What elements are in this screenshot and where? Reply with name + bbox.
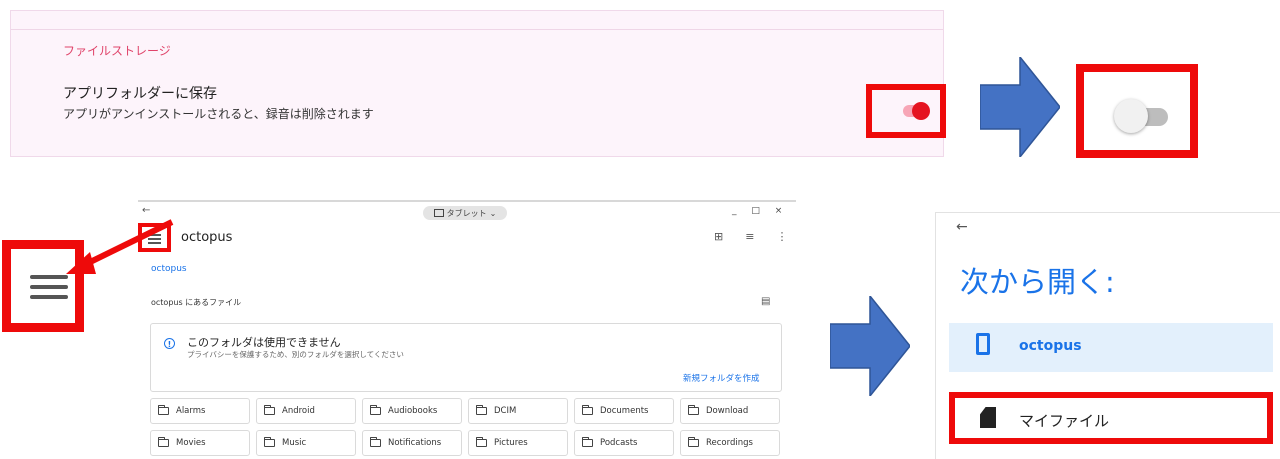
hamburger-bar	[30, 295, 68, 299]
window-icon	[433, 209, 444, 217]
folder-label: Alarms	[176, 406, 206, 416]
open-from-title: 次から開く:	[960, 265, 1115, 299]
folder-label: Movies	[176, 438, 206, 448]
divider	[11, 29, 943, 30]
source-item-label: octopus	[1019, 338, 1082, 354]
toggle-on-switch[interactable]	[912, 102, 930, 120]
window-controls[interactable]: _ □ ×	[732, 206, 788, 216]
section-heading: ファイルストレージ	[63, 44, 171, 58]
setting-title[interactable]: アプリフォルダーに保存	[63, 83, 217, 103]
folder-label: Documents	[600, 406, 649, 416]
folder-icon	[264, 437, 275, 447]
folder-item[interactable]: Android	[256, 398, 356, 424]
folder-label: Android	[282, 406, 315, 416]
sort-icon[interactable]: ≡	[745, 230, 754, 243]
folder-icon	[582, 405, 593, 415]
new-folder-icon[interactable]: ⊞	[714, 230, 723, 243]
mode-chip-label: タブレット	[446, 208, 487, 218]
open-from-panel: ← 次から開く: octopus マイファイル	[935, 212, 1280, 459]
create-folder-link[interactable]: 新規フォルダを作成	[683, 372, 760, 384]
folder-icon	[582, 437, 593, 447]
setting-description: アプリがアンインストールされると、録音は削除されます	[63, 107, 374, 121]
right-arrow-icon	[830, 296, 910, 396]
folder-item[interactable]: Documents	[574, 398, 674, 424]
hamburger-bar	[30, 285, 68, 289]
folder-item[interactable]: Download	[680, 398, 780, 424]
folder-item[interactable]: Audiobooks	[362, 398, 462, 424]
warning-title: このフォルダは使用できません	[187, 336, 341, 349]
folder-label: Download	[706, 406, 749, 416]
sd-card-icon	[980, 407, 996, 428]
folder-icon	[370, 437, 381, 447]
folder-item[interactable]: Movies	[150, 430, 250, 456]
folder-label: Audiobooks	[388, 406, 438, 416]
folder-icon	[688, 405, 699, 415]
folder-label: Podcasts	[600, 438, 638, 448]
folder-item[interactable]: Music	[256, 430, 356, 456]
tablet-window: ← タブレット ⌄ _ □ × octopus ⊞ ≡ ⋮ octopus oc…	[138, 200, 796, 459]
folder-item[interactable]: Recordings	[680, 430, 780, 456]
warning-card: ! このフォルダは使用できません プライバシーを保護するため、別のフォルダを選択…	[150, 323, 782, 392]
folder-item[interactable]: Pictures	[468, 430, 568, 456]
folder-label: Notifications	[388, 438, 442, 448]
folder-item[interactable]: Notifications	[362, 430, 462, 456]
folder-icon	[370, 405, 381, 415]
list-view-icon[interactable]: ▤	[761, 296, 770, 307]
back-arrow-icon[interactable]: ←	[956, 219, 968, 235]
folder-item[interactable]: Alarms	[150, 398, 250, 424]
source-item-label: マイファイル	[1019, 412, 1110, 430]
folder-icon	[158, 437, 169, 447]
phone-icon	[976, 333, 990, 355]
toolbar-icons: ⊞ ≡ ⋮	[714, 230, 787, 243]
folder-item[interactable]: Podcasts	[574, 430, 674, 456]
folder-icon	[264, 405, 275, 415]
folder-item[interactable]: DCIM	[468, 398, 568, 424]
info-icon: !	[164, 338, 175, 349]
folder-icon	[158, 405, 169, 415]
folder-title: octopus	[181, 230, 233, 245]
right-arrow-icon	[980, 57, 1060, 157]
folder-label: Pictures	[494, 438, 528, 448]
chevron-down-icon: ⌄	[489, 208, 497, 218]
folder-icon	[476, 437, 487, 447]
tablet-mode-chip[interactable]: タブレット ⌄	[423, 206, 507, 220]
folder-icon	[688, 437, 699, 447]
folder-icon	[476, 405, 487, 415]
more-vert-icon[interactable]: ⋮	[776, 230, 787, 243]
folder-label: Music	[282, 438, 307, 448]
source-item-my-files[interactable]: マイファイル	[949, 392, 1273, 444]
folder-label: DCIM	[494, 406, 517, 416]
source-item-octopus[interactable]: octopus	[949, 323, 1273, 372]
files-label: octopus にあるファイル	[151, 298, 242, 307]
red-pointer-arrow-icon	[66, 219, 174, 274]
folder-label: Recordings	[706, 438, 753, 448]
toggle-off-switch[interactable]	[1114, 99, 1148, 133]
warning-description: プライバシーを保護するため、別のフォルダを選択してください	[187, 350, 404, 359]
